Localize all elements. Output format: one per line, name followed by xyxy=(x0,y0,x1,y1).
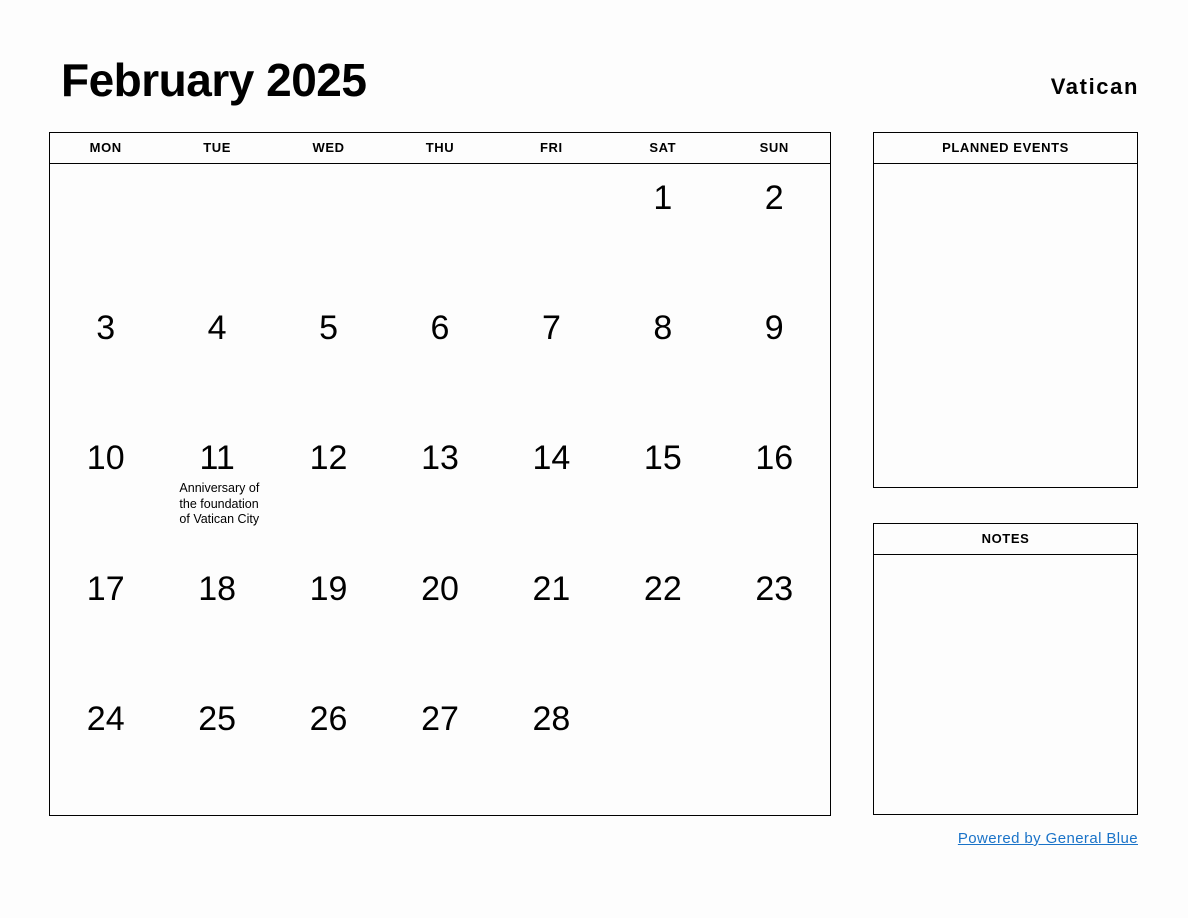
day-number: 9 xyxy=(764,309,784,348)
day-cell[interactable] xyxy=(50,164,161,294)
day-cell[interactable]: 17 xyxy=(50,555,161,685)
day-number: 22 xyxy=(643,569,682,608)
week-row: 3 4 5 6 7 8 9 xyxy=(50,294,830,424)
week-row: 1 2 xyxy=(50,164,830,294)
day-cell[interactable]: 13 xyxy=(384,424,495,554)
day-cell[interactable]: 15 xyxy=(607,424,718,554)
planned-events-panel: PLANNED EVENTS xyxy=(873,132,1138,488)
day-cell[interactable]: 10 xyxy=(50,424,161,554)
day-cell[interactable]: 5 xyxy=(273,294,384,424)
day-number: 8 xyxy=(653,309,673,348)
week-row: 17 18 19 20 21 22 23 xyxy=(50,555,830,685)
day-cell[interactable]: 1 xyxy=(607,164,718,294)
day-cell[interactable]: 22 xyxy=(607,555,718,685)
footer: Powered by General Blue xyxy=(873,830,1138,848)
day-event-label: Anniversary of the foundation of Vatican… xyxy=(179,481,260,527)
day-number: 6 xyxy=(430,309,450,348)
day-cell[interactable] xyxy=(607,685,718,815)
day-number: 17 xyxy=(86,569,125,608)
weekday-header-tue: TUE xyxy=(203,140,232,155)
notes-title: NOTES xyxy=(874,524,1137,555)
calendar-grid: MON TUE WED THU FRI SAT SUN 1 2 3 4 5 6 … xyxy=(49,132,831,816)
day-cell[interactable] xyxy=(273,164,384,294)
day-cell[interactable]: 9 xyxy=(719,294,830,424)
planned-events-body[interactable] xyxy=(874,164,1137,487)
weekday-header-sat: SAT xyxy=(649,140,677,155)
day-cell[interactable]: 11 Anniversary of the foundation of Vati… xyxy=(161,424,272,554)
day-number: 21 xyxy=(532,569,571,608)
day-cell[interactable]: 25 xyxy=(161,685,272,815)
day-number: 14 xyxy=(532,439,571,478)
day-number: 10 xyxy=(86,439,125,478)
day-cell[interactable] xyxy=(719,685,830,815)
day-cell[interactable] xyxy=(161,164,272,294)
day-cell[interactable]: 2 xyxy=(719,164,830,294)
day-number: 13 xyxy=(421,439,459,478)
day-number: 1 xyxy=(653,179,673,217)
day-number: 24 xyxy=(86,699,125,738)
day-number: 16 xyxy=(755,439,794,478)
day-number: 12 xyxy=(309,439,348,478)
day-cell[interactable] xyxy=(496,164,607,294)
week-row: 24 25 26 27 28 xyxy=(50,685,830,815)
weekday-header-thu: THU xyxy=(425,140,455,155)
day-number: 26 xyxy=(309,699,348,738)
calendar-weeks: 1 2 3 4 5 6 7 8 9 10 11 Anniversary of t… xyxy=(50,164,830,815)
day-cell[interactable]: 8 xyxy=(607,294,718,424)
day-cell[interactable]: 3 xyxy=(50,294,161,424)
day-cell[interactable]: 20 xyxy=(384,555,495,685)
day-cell[interactable]: 19 xyxy=(273,555,384,685)
day-number: 11 xyxy=(199,439,235,478)
powered-by-link[interactable]: Powered by General Blue xyxy=(958,830,1138,847)
day-cell[interactable]: 7 xyxy=(496,294,607,424)
day-cell[interactable]: 14 xyxy=(496,424,607,554)
week-row: 10 11 Anniversary of the foundation of V… xyxy=(50,424,830,554)
day-number: 20 xyxy=(421,569,459,608)
page-header: February 2025 Vatican xyxy=(49,52,1139,114)
day-cell[interactable]: 12 xyxy=(273,424,384,554)
day-number: 28 xyxy=(532,699,571,738)
day-number: 19 xyxy=(309,569,348,608)
day-number: 7 xyxy=(541,309,561,348)
weekday-header-mon: MON xyxy=(89,140,122,155)
day-events: Anniversary of the foundation of Vatican… xyxy=(161,481,272,528)
weekday-header-fri: FRI xyxy=(540,140,563,155)
day-cell[interactable]: 18 xyxy=(161,555,272,685)
day-number: 18 xyxy=(198,569,237,608)
day-number: 27 xyxy=(421,699,459,738)
day-number: 5 xyxy=(319,309,339,348)
day-number: 4 xyxy=(207,309,227,348)
day-cell[interactable]: 28 xyxy=(496,685,607,815)
day-cell[interactable]: 21 xyxy=(496,555,607,685)
notes-panel: NOTES xyxy=(873,523,1138,815)
day-cell[interactable]: 27 xyxy=(384,685,495,815)
planned-events-title: PLANNED EVENTS xyxy=(874,133,1137,164)
notes-body[interactable] xyxy=(874,555,1137,814)
day-cell[interactable]: 26 xyxy=(273,685,384,815)
weekday-header-row: MON TUE WED THU FRI SAT SUN xyxy=(50,133,830,164)
day-cell[interactable] xyxy=(384,164,495,294)
day-number: 15 xyxy=(643,439,682,478)
day-number: 3 xyxy=(96,309,116,348)
day-cell[interactable]: 24 xyxy=(50,685,161,815)
weekday-header-wed: WED xyxy=(312,140,345,155)
weekday-header-sun: SUN xyxy=(759,140,789,155)
day-cell[interactable]: 4 xyxy=(161,294,272,424)
day-number: 23 xyxy=(755,569,794,608)
calendar-page: February 2025 Vatican MON TUE WED THU FR… xyxy=(0,0,1188,918)
day-number: 2 xyxy=(764,179,784,217)
day-cell[interactable]: 6 xyxy=(384,294,495,424)
page-title: February 2025 xyxy=(61,54,367,106)
day-cell[interactable]: 23 xyxy=(719,555,830,685)
day-cell[interactable]: 16 xyxy=(719,424,830,554)
day-number: 25 xyxy=(198,699,237,738)
country-label: Vatican xyxy=(1050,74,1139,99)
